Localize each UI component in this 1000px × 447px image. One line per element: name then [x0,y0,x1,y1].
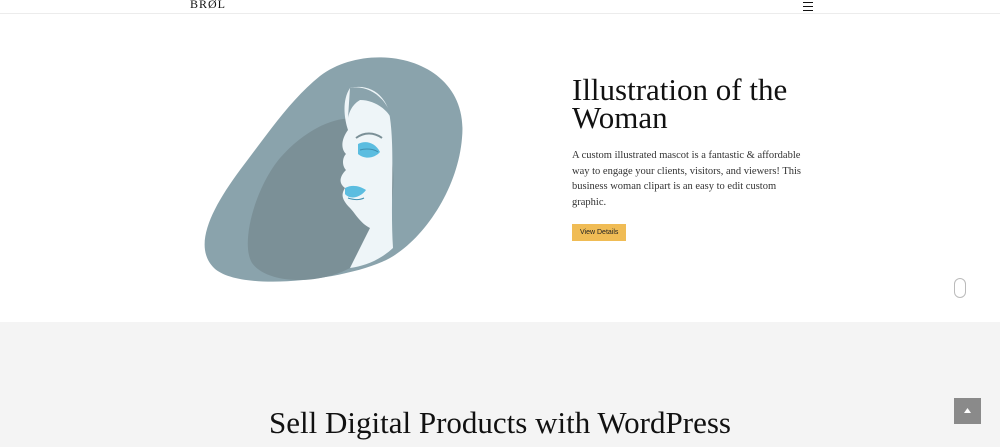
hamburger-menu-icon[interactable] [803,2,813,11]
view-details-button[interactable]: View Details [572,224,627,241]
hero-title: Illustration of the Woman [572,72,788,135]
hero-content: Illustration of the Woman A custom illus… [572,72,802,241]
section-title: Sell Digital Products with WordPress [269,405,731,440]
arrow-up-icon [964,408,971,413]
site-header: BRØL [0,0,1000,14]
woman-illustration [200,48,470,303]
back-to-top-button[interactable] [954,398,981,424]
site-logo[interactable]: BRØL [190,0,226,12]
hero-description: A custom illustrated mascot is a fantast… [572,150,802,208]
mouse-scroll-icon [954,278,966,298]
hero-section: Illustration of the Woman A custom illus… [0,14,1000,322]
digital-products-section: Sell Digital Products with WordPress [0,322,1000,447]
